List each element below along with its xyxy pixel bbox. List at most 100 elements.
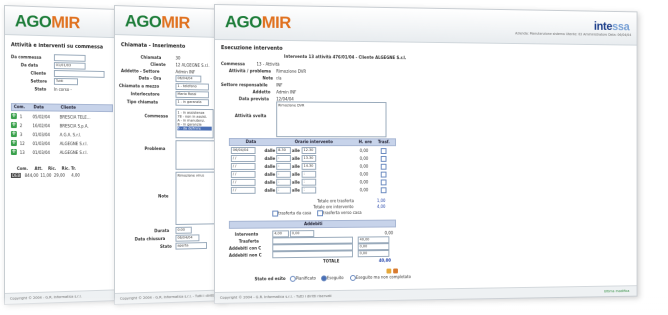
trasferta2-label: trasferta verso casa: [322, 210, 362, 216]
trasf-checkbox[interactable]: [380, 171, 387, 178]
addetto-value: Admin INF: [175, 69, 196, 75]
alle-label: alle: [291, 155, 300, 161]
orari-table-header: Data Orario intervento H. ore Trasf.: [228, 138, 397, 147]
cliente-value: 12 ALGEGNE S.r.l.: [175, 62, 210, 68]
field-label: Tipo chiamata: [126, 99, 158, 105]
expand-icon[interactable]: +: [10, 121, 17, 129]
date-input[interactable]: 06/04/04: [230, 147, 256, 154]
addebito-label: Intervento: [234, 231, 259, 237]
time-to-input[interactable]: :: [301, 170, 317, 178]
stato-label: Stato ed esito: [254, 275, 286, 282]
trasf-checkbox[interactable]: [380, 163, 387, 170]
field-label: Addetto: [252, 89, 271, 95]
window-commesse: AGOMIR Attività e interventi su commessa…: [4, 5, 120, 305]
field-label: Commessa: [220, 61, 245, 67]
save-icon[interactable]: [386, 268, 392, 274]
dalle-label: dalle: [264, 171, 276, 177]
settore-select[interactable]: Tutti: [53, 77, 78, 86]
brand-logo: intessa: [593, 19, 630, 34]
interlocutore-input[interactable]: Mario Rossi: [175, 90, 209, 99]
time-to-input[interactable]: :: [301, 186, 317, 194]
problema-textarea[interactable]: [175, 140, 218, 170]
table-row[interactable]: + 12 01/03/04 ALGEGNE S.r.l.: [10, 139, 111, 147]
cliente-input[interactable]: [53, 70, 105, 78]
addebito-input[interactable]: [272, 250, 353, 259]
window-intervento: AGOMIR intessa Azienda: Manutenzione sis…: [214, 4, 638, 304]
filter-label: Stato: [34, 86, 47, 92]
table-row[interactable]: + 1 05/02/04 BRESCIA TELE...: [10, 112, 111, 121]
app-logo: AGOMIR: [124, 11, 190, 33]
date-input[interactable]: / /: [230, 186, 256, 194]
note-textarea[interactable]: Rimozione virus: [175, 171, 218, 225]
commessa-list[interactable]: 1 - in assistenza 78 - non in assist. A …: [175, 108, 214, 139]
ultima-modifica-link[interactable]: Ultima modifica: [604, 286, 630, 296]
data-chiusura-label: Data chiusura: [134, 236, 166, 242]
table-row[interactable]: + 2 16/02/04 BRESCIA S.p.A.: [10, 121, 111, 130]
time-from-input[interactable]: :: [276, 162, 291, 170]
date-input[interactable]: / /: [230, 170, 256, 178]
stato-label: Stato: [160, 243, 172, 249]
stato-value[interactable]: In corso -: [54, 87, 72, 92]
mezzo-select[interactable]: 1 - telefono: [175, 83, 209, 91]
summary-row: DEB 844,00 11,00 29,00 4,00: [10, 172, 80, 178]
addetto-value: Admin INF: [276, 89, 297, 95]
expand-icon[interactable]: +: [10, 130, 17, 138]
bottom-fade: [0, 297, 668, 315]
expand-icon[interactable]: +: [10, 139, 17, 147]
attivita-textarea[interactable]: Rimozione DVR: [276, 101, 387, 138]
trasf-checkbox[interactable]: [380, 155, 387, 162]
alle-label: alle: [291, 148, 300, 154]
field-label: Attività / problema: [228, 68, 271, 74]
trasf-checkbox[interactable]: [380, 148, 387, 154]
page-title: Chiamata - Inserimento: [120, 42, 186, 50]
filter-label: Settore: [30, 78, 47, 84]
tipo-select[interactable]: 1 - in garanzia: [175, 98, 209, 107]
time-to-input[interactable]: 12.30: [301, 147, 317, 154]
table-header: Com. Data Cliente: [10, 103, 114, 113]
cancel-icon[interactable]: [393, 268, 398, 274]
durata-input[interactable]: 0:00: [175, 226, 192, 234]
data-chiusura-input[interactable]: 06/04/04: [175, 234, 200, 242]
addebiti-header: Addebiti: [228, 219, 397, 229]
trasf-checkbox[interactable]: [380, 179, 387, 186]
orari-table-body: 06/04/04 dalle 8.30 alle 12.30 0,00/ / dalle: a…: [229, 147, 396, 197]
time-from-input[interactable]: :: [276, 186, 291, 194]
date-input[interactable]: / /: [230, 178, 256, 186]
time-from-input[interactable]: :: [276, 170, 291, 178]
time-to-input[interactable]: 13.30: [301, 154, 317, 162]
commessa-input[interactable]: [53, 54, 86, 62]
commessa-label: Commessa: [144, 113, 168, 119]
alle-label: alle: [291, 187, 300, 193]
orari-row: / / dalle: alle: 0,00: [229, 186, 396, 194]
dalle-label: dalle: [264, 148, 276, 154]
eseguito-label: Eseguito: [326, 275, 344, 281]
time-to-input[interactable]: :: [301, 178, 317, 186]
orari-row: 06/04/04 dalle 8.30 alle 12.30 0,00: [229, 147, 396, 154]
time-from-input[interactable]: 8.30: [276, 147, 291, 154]
field-label: Chiamata a mezzo: [118, 83, 160, 89]
problema-label: Problema: [144, 146, 166, 152]
dalle-label: dalle: [264, 187, 276, 193]
table-row[interactable]: + 13 01/03/04 ALGEGNE S.r.l.: [10, 148, 111, 156]
hours-value: 0,00: [359, 179, 369, 185]
date-input[interactable]: / /: [230, 154, 256, 162]
addebito-label: Addebiti con C: [228, 245, 262, 251]
trasf-checkbox[interactable]: [380, 187, 387, 194]
table-row[interactable]: + 3 01/03/04 A.G.A. S.r.l.: [10, 130, 111, 138]
totale-label: TOTALE: [322, 258, 340, 264]
dalle-label: dalle: [264, 163, 276, 169]
date-input[interactable]: / /: [230, 162, 256, 170]
filter-label: Da commessa: [10, 54, 42, 60]
time-from-input[interactable]: :: [276, 154, 291, 162]
data-ora-input[interactable]: 06/04/04: [175, 75, 202, 83]
expand-icon[interactable]: +: [10, 112, 17, 120]
time-to-input[interactable]: 14.30: [301, 162, 317, 170]
window-header: AGOMIR: [114, 6, 225, 39]
field-label: Interlocutore: [130, 91, 160, 97]
addebito-amount-input[interactable]: 0,00: [357, 249, 390, 258]
stato-select[interactable]: aperta: [175, 242, 207, 250]
time-from-input[interactable]: :: [276, 178, 291, 186]
date-input[interactable]: 01/01/03: [53, 62, 86, 70]
expand-icon[interactable]: +: [10, 148, 17, 155]
field-label: Chiamata: [140, 54, 162, 61]
